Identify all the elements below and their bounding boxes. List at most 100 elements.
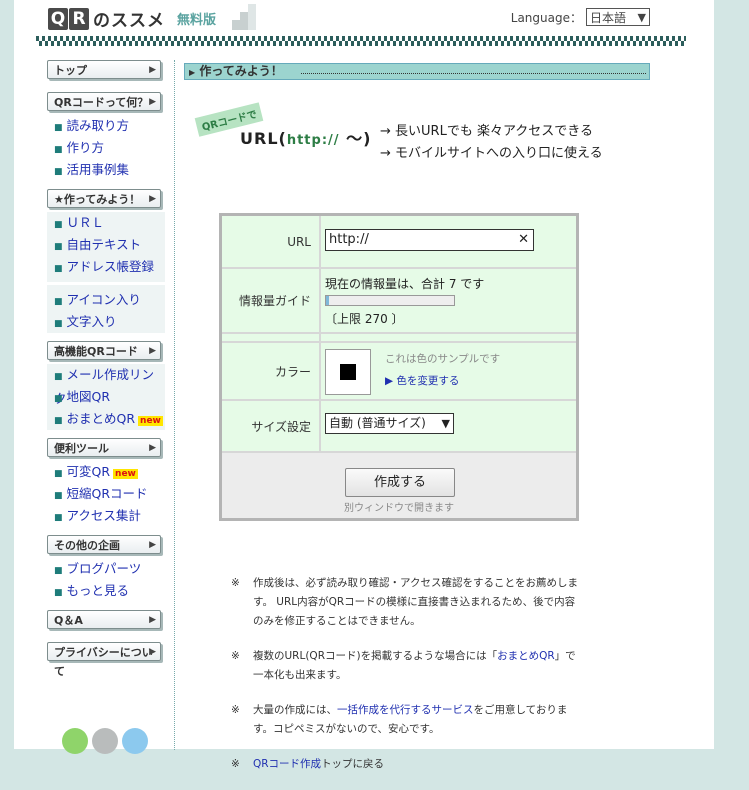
sidebar-item-see-more[interactable]: ■ もっと見る — [47, 580, 165, 602]
tools-list: ■ 可変QR new ■ 短縮QRコード ■ アクセス集計 — [47, 461, 165, 527]
sidebar-item-with-text[interactable]: ■ 文字入り — [47, 311, 165, 333]
nav-privacy-button[interactable]: プライバシーについて ▶ — [47, 642, 161, 678]
info-limit: 〔上限 270 〕 — [325, 312, 404, 326]
arrow-right-icon: ▶ — [149, 615, 156, 625]
new-badge: new — [138, 416, 163, 426]
language-value: 日本語 — [590, 10, 627, 25]
make-button[interactable]: 作成する — [345, 468, 455, 497]
hero-url-prefix: URL( — [240, 129, 287, 148]
arrow-right-icon: ▶ — [149, 443, 156, 453]
nav-tools-button[interactable]: 便利ツール ▶ — [47, 438, 161, 457]
stairs-icon — [232, 4, 258, 30]
new-badge: new — [113, 469, 138, 479]
qr-create-link[interactable]: QRコード作成 — [253, 758, 321, 770]
note-2: ※ 複数のURL(QRコード)を掲載するような場合には「おまとめQR」で一本化も… — [231, 650, 576, 681]
sidebar-item-variable-qr[interactable]: ■ 可変QR new — [47, 461, 165, 483]
logo-text: のススメ — [93, 11, 165, 31]
sidebar-item-how-to-make[interactable]: ■ 作り方 — [47, 137, 165, 159]
qr-form: URL http:// ✕ 情報量ガイド 現在の情報量は、合計 7 です 〔上限… — [219, 213, 579, 521]
logo-free-edition: 無料版 — [177, 13, 217, 28]
advanced-list: ■ メール作成リンク ■ 地図QR ■ おまとめQR new — [47, 364, 165, 430]
section-title-leader — [300, 64, 646, 74]
nav-qa-button[interactable]: Q＆A ▶ — [47, 610, 161, 629]
sidebar-item-free-text[interactable]: ■ 自由テキスト — [47, 234, 165, 256]
url-label: URL — [222, 216, 319, 267]
info-row: 情報量ガイド 現在の情報量は、合計 7 です 〔上限 270 〕 — [222, 269, 576, 332]
color-swatch-box — [325, 349, 371, 395]
make-list-2: ■ アイコン入り ■ 文字入り — [47, 285, 165, 333]
site-logo[interactable]: Q R のススメ 無料版 — [48, 6, 216, 31]
sidebar-item-access-stats[interactable]: ■ アクセス集計 — [47, 505, 165, 527]
arrow-right-icon: ▶ — [149, 194, 156, 204]
section-title-arrow-icon: ▶ — [189, 68, 196, 77]
nav-qa-label: Q＆A — [54, 614, 83, 627]
url-input[interactable]: http:// ✕ — [325, 229, 534, 251]
header-check-bar — [36, 36, 686, 46]
info-progress-fill — [326, 296, 330, 305]
nav-what-qr-button[interactable]: QRコードって何？ ▶ — [47, 92, 161, 111]
note-1: ※ 作成後は、必ず読み取り確認・アクセス確認をすることをお薦めします。 URL内… — [231, 577, 578, 627]
apple-icon[interactable] — [92, 728, 118, 754]
sidebar-item-short-qr[interactable]: ■ 短縮QRコード — [47, 483, 165, 505]
sidebar-item-how-to-read[interactable]: ■ 読み取り方 — [47, 115, 165, 137]
hero-benefit-2: → モバイルサイトへの入り口に使える — [380, 146, 603, 161]
info-progress-bar — [325, 295, 455, 306]
info-label: 情報量ガイド — [222, 269, 319, 332]
make-button-note: 別ウィンドウで開きます — [344, 503, 454, 514]
logo-letter-r: R — [69, 7, 89, 30]
arrow-right-icon: ▶ — [149, 97, 156, 107]
android-icon[interactable] — [62, 728, 88, 754]
arrow-right-icon: ▶ — [149, 540, 156, 550]
sidebar-item-with-icon[interactable]: ■ アイコン入り — [47, 289, 165, 311]
bulk-service-link[interactable]: 一括作成を代行するサービス — [337, 704, 474, 716]
url-value: http:// — [329, 232, 369, 247]
bundle-qr-link[interactable]: おまとめQR — [497, 650, 555, 662]
hero-benefit-1: → 長いURLでも 楽々アクセスできる — [380, 124, 594, 139]
what-qr-list: ■ 読み取り方 ■ 作り方 ■ 活用事例集 — [47, 115, 165, 181]
clear-icon[interactable]: ✕ — [518, 230, 529, 250]
note-3: ※ 大量の作成には、一括作成を代行するサービスをご用意しております。コピペミスが… — [231, 704, 568, 735]
size-label: サイズ設定 — [222, 401, 319, 451]
color-sample-text: これは色のサンプルです — [385, 353, 501, 365]
language-select[interactable]: 日本語 ▼ — [586, 8, 650, 26]
size-select[interactable]: 自動 (普通サイズ) ▼ — [325, 413, 454, 434]
note-4: ※ QRコード作成トップに戻る — [231, 758, 385, 770]
sidebar-item-bundle-qr[interactable]: ■ おまとめQR new — [47, 408, 165, 430]
chevron-down-icon: ▼ — [441, 417, 450, 430]
arrow-right-icon: ▶ — [149, 647, 156, 657]
language-label: Language： — [510, 10, 582, 25]
sidebar-item-blog-parts[interactable]: ■ ブログパーツ — [47, 558, 165, 580]
sidebar-item-use-cases[interactable]: ■ 活用事例集 — [47, 159, 165, 181]
language-selector: Language： 日本語 ▼ — [511, 8, 650, 26]
nav-what-qr-label: QRコードって何？ — [54, 96, 149, 109]
chevron-down-icon: ▼ — [637, 10, 646, 24]
change-color-link[interactable]: ▶ 色を変更する — [385, 373, 500, 388]
nav-make-button[interactable]: ★作ってみよう！ ▶ — [47, 189, 161, 208]
sidebar-item-mail-link[interactable]: ■ メール作成リンク — [47, 364, 165, 406]
hero-url-http: http:// — [286, 133, 340, 148]
windows-icon[interactable] — [122, 728, 148, 754]
color-label: カラー — [222, 343, 319, 399]
platform-icons — [62, 728, 152, 754]
notes: ※ 作成後は、必ず読み取り確認・アクセス確認をすることをお薦めします。 URL内… — [231, 574, 581, 790]
other-list: ■ ブログパーツ ■ もっと見る — [47, 558, 165, 602]
size-row: サイズ設定 自動 (普通サイズ) ▼ — [222, 401, 576, 451]
sidebar-item-address-book[interactable]: ■ アドレス帳登録 — [47, 256, 165, 278]
submit-row: 作成する 別ウィンドウで開きます — [222, 453, 576, 518]
nav-other-button[interactable]: その他の企画 ▶ — [47, 535, 161, 554]
url-row: URL http:// ✕ — [222, 216, 576, 267]
nav-other-label: その他の企画 — [54, 539, 120, 552]
nav-advanced-button[interactable]: 高機能QRコード ▶ — [47, 341, 161, 360]
spacer-row — [222, 334, 576, 341]
section-title-text: 作ってみよう！ — [199, 64, 283, 78]
nav-top-button[interactable]: トップ ▶ — [47, 60, 161, 79]
hero-url-suffix: ～) — [339, 129, 372, 148]
nav-advanced-label: 高機能QRコード — [54, 345, 138, 358]
info-text: 現在の情報量は、合計 7 です — [325, 277, 485, 291]
sidebar: トップ ▶ QRコードって何？ ▶ ■ 読み取り方 ■ 作り方 ■ 活用事例集 ★作ってみ… — [47, 60, 165, 678]
sidebar-item-map-qr[interactable]: ■ 地図QR — [47, 386, 165, 408]
sidebar-item-url[interactable]: ■ ＵＲＬ — [47, 212, 165, 234]
section-title: ▶ 作ってみよう！ — [184, 63, 650, 80]
arrow-right-icon: ▶ — [149, 65, 156, 75]
arrow-right-icon: ▶ — [149, 346, 156, 356]
